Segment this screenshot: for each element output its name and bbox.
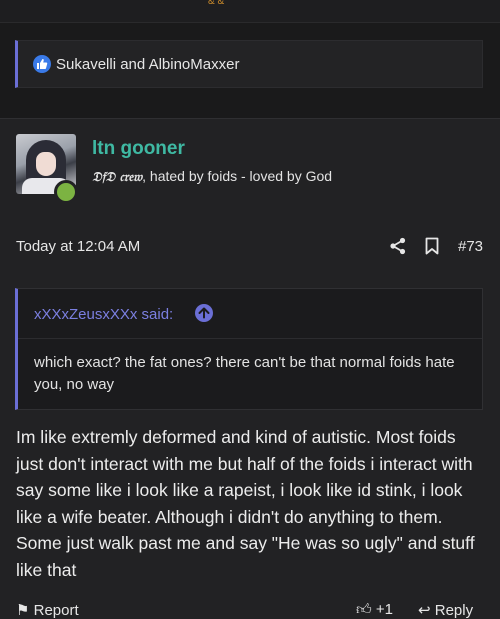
like-count: +1 bbox=[375, 601, 393, 618]
thumbs-up-icon bbox=[33, 55, 51, 73]
post-number-link[interactable]: #73 bbox=[458, 238, 483, 255]
reply-label: Reply bbox=[434, 602, 474, 619]
share-icon[interactable] bbox=[389, 237, 407, 260]
post-username[interactable]: ltn gooner bbox=[92, 138, 185, 160]
reply-button[interactable]: ↩ Reply bbox=[418, 601, 473, 619]
report-button[interactable]: ⚑ Report bbox=[16, 601, 79, 619]
quote-author-link[interactable]: xXXxZeusxXXx said: bbox=[34, 306, 173, 323]
reactions-text[interactable]: Sukavelli and AlbinoMaxxer bbox=[56, 56, 239, 73]
user-title-text: , hated by foids - loved by God bbox=[142, 168, 333, 184]
quote-block: xXXxZeusxXXx said: which exact? the fat … bbox=[15, 288, 483, 410]
top-header-strip: & & bbox=[0, 0, 500, 23]
like-button[interactable]: 👍︎ +1 bbox=[356, 601, 393, 619]
post-date[interactable]: Today at 12:04 AM bbox=[16, 238, 140, 255]
thumbs-up-outline-icon: 👍︎ bbox=[356, 601, 376, 618]
reactions-bar[interactable]: Sukavelli and AlbinoMaxxer bbox=[15, 40, 483, 88]
header-decoration: & & bbox=[208, 0, 225, 7]
quote-text: which exact? the fat ones? there can't b… bbox=[34, 354, 455, 393]
online-status-indicator bbox=[54, 180, 78, 204]
bookmark-icon[interactable] bbox=[424, 237, 440, 260]
reply-icon: ↩ bbox=[418, 602, 435, 619]
crew-badge: 𝔇𝔣𝔇 𝔠𝔯𝔢𝔴 bbox=[92, 170, 143, 185]
warning-icon: ⚑ bbox=[16, 602, 34, 619]
user-title: 𝔇𝔣𝔇 𝔠𝔯𝔢𝔴, hated by foids - loved by God bbox=[92, 168, 332, 185]
post-body-text: Im like extremly deformed and kind of au… bbox=[16, 427, 475, 580]
report-label: Report bbox=[33, 602, 79, 619]
quote-header: xXXxZeusxXXx said: bbox=[18, 289, 482, 339]
arrow-up-circle-icon[interactable] bbox=[195, 304, 213, 322]
